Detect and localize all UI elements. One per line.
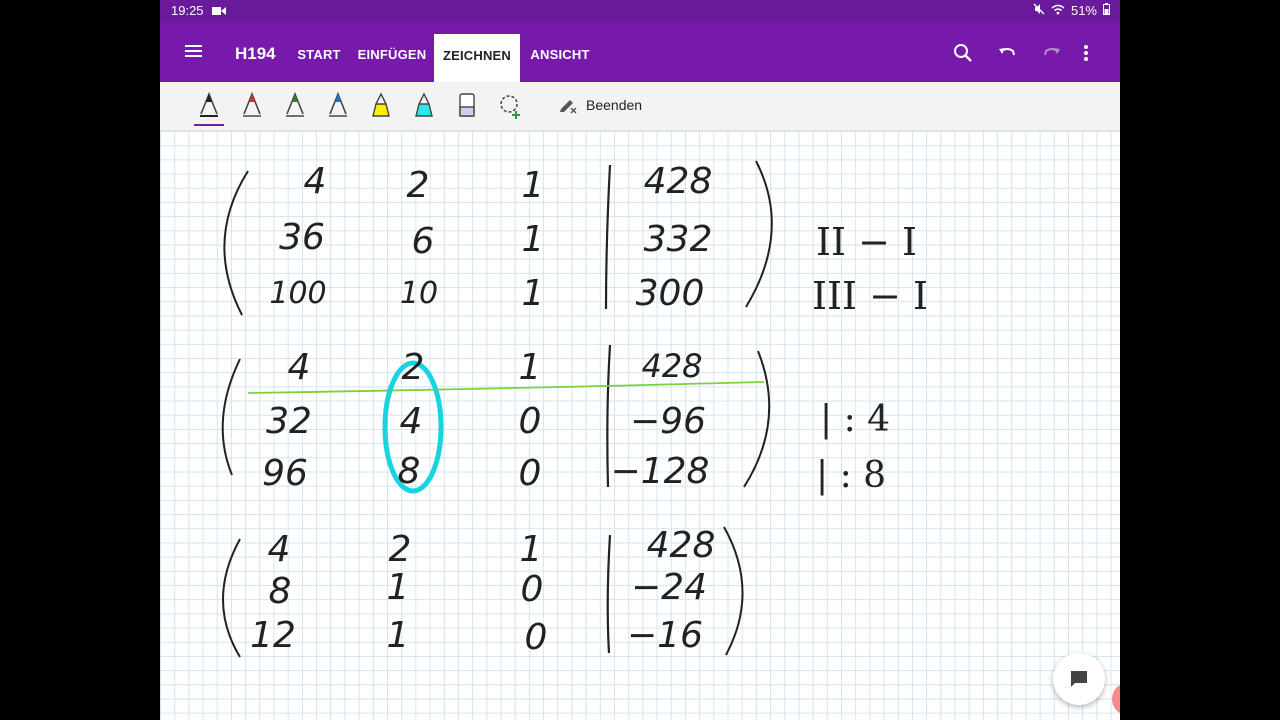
m2-r3-c4: −128 <box>611 451 710 492</box>
status-bar: 19:25 51% <box>160 0 1120 22</box>
m3-r1-c4: 428 <box>647 525 716 566</box>
m2-r1-c3: 1 <box>519 347 542 388</box>
pen-off-icon <box>558 94 578 117</box>
battery-text: 51% <box>1070 3 1097 18</box>
chat-fab-button[interactable] <box>1053 653 1105 705</box>
search-icon[interactable] <box>952 42 974 64</box>
m3-r2-c2: 1 <box>387 567 410 608</box>
m1-r3-c2: 10 <box>400 276 438 311</box>
m2-note-1: | : 4 <box>820 399 890 440</box>
pen-red-icon[interactable] <box>239 90 265 120</box>
m2-r1-c4: 428 <box>641 347 702 385</box>
status-right: 51% <box>1033 3 1110 18</box>
m1-r2-c3: 1 <box>522 219 545 260</box>
mute-icon <box>1033 3 1045 18</box>
drawing-toolbar: Beenden <box>160 82 1120 131</box>
highlighter-yellow-icon[interactable] <box>368 90 394 120</box>
more-options-icon[interactable] <box>1080 42 1092 64</box>
app-bar: H194 START EINFÜGEN ZEICHNEN ANSICHT <box>160 22 1120 82</box>
undo-icon[interactable] <box>996 42 1018 64</box>
status-time: 19:25 <box>171 3 204 18</box>
m1-r1-c3: 1 <box>522 165 545 206</box>
matrix3-right-bracket <box>723 526 744 656</box>
matrix3-left-bracket <box>222 538 241 658</box>
onenote-app: 19:25 51% H194 START EINFÜGEN ZEICHNEN A… <box>160 0 1120 720</box>
matrix2-left-bracket <box>221 358 241 476</box>
m1-note-2: III − I <box>812 274 928 318</box>
matrix3-bar <box>606 534 612 654</box>
pen-blue-icon[interactable] <box>325 90 351 120</box>
menu-icon[interactable] <box>184 42 204 62</box>
finish-drawing-button[interactable]: Beenden <box>558 94 642 116</box>
note-canvas[interactable]: 4 2 1 428 36 6 1 332 100 10 1 300 II − I… <box>160 131 1120 720</box>
m2-r3-c1: 96 <box>262 453 308 494</box>
lasso-add-icon[interactable] <box>497 90 523 120</box>
m3-r3-c4: −16 <box>627 615 703 656</box>
m3-r1-c1: 4 <box>268 529 291 570</box>
m2-r2-c1: 32 <box>266 401 312 442</box>
m3-r3-c3: 0 <box>525 617 548 658</box>
chat-bubble-icon <box>1071 671 1087 687</box>
m2-r3-c2: 8 <box>398 451 421 492</box>
m1-r2-c1: 36 <box>279 217 325 258</box>
m2-r1-c2: 2 <box>402 347 425 388</box>
matrix1-left-bracket <box>223 170 249 316</box>
pen-green-icon[interactable] <box>282 90 308 120</box>
m1-r3-c4: 300 <box>636 273 705 314</box>
video-icon <box>212 4 226 19</box>
m1-r1-c4: 428 <box>644 161 713 202</box>
m1-note-1: II − I <box>816 220 917 264</box>
highlighter-cyan-icon[interactable] <box>411 90 437 120</box>
m3-r2-c3: 0 <box>521 569 544 610</box>
tab-zeichnen[interactable]: ZEICHNEN <box>434 34 520 82</box>
battery-icon <box>1103 3 1110 18</box>
m2-r2-c2: 4 <box>400 401 423 442</box>
m3-r2-c4: −24 <box>631 567 707 608</box>
m1-r1-c1: 4 <box>304 161 327 202</box>
tab-einfuegen[interactable]: EINFÜGEN <box>356 22 428 82</box>
pen-black-icon[interactable] <box>194 90 224 126</box>
m3-r2-c1: 8 <box>269 571 292 612</box>
finish-label: Beenden <box>586 97 643 113</box>
m3-r3-c2: 1 <box>387 615 410 656</box>
m1-r1-c2: 2 <box>407 165 430 206</box>
matrix1-bar <box>604 164 612 310</box>
m1-r3-c1: 100 <box>269 276 326 311</box>
m2-note-2: | : 8 <box>816 455 886 496</box>
m1-r2-c2: 6 <box>412 221 435 262</box>
notebook-title: H194 <box>235 44 276 63</box>
wifi-icon <box>1051 3 1065 18</box>
m2-r1-c1: 4 <box>288 347 311 388</box>
m1-r3-c3: 1 <box>522 273 545 314</box>
matrix1-right-bracket <box>745 160 773 308</box>
m2-r2-c3: 0 <box>519 401 542 442</box>
tab-ansicht[interactable]: ANSICHT <box>528 22 592 82</box>
tab-start[interactable]: START <box>296 22 342 82</box>
m1-r2-c4: 332 <box>644 219 713 260</box>
eraser-icon[interactable] <box>454 90 480 120</box>
m2-r2-c4: −96 <box>630 401 706 442</box>
handwriting-layer: 4 2 1 428 36 6 1 332 100 10 1 300 II − I… <box>221 160 928 658</box>
redo-icon[interactable] <box>1041 42 1063 64</box>
m3-r1-c2: 2 <box>389 529 412 570</box>
m3-r1-c3: 1 <box>520 529 543 570</box>
m3-r3-c1: 12 <box>250 615 296 656</box>
m2-r3-c3: 0 <box>519 453 542 494</box>
matrix2-right-bracket <box>743 350 771 488</box>
